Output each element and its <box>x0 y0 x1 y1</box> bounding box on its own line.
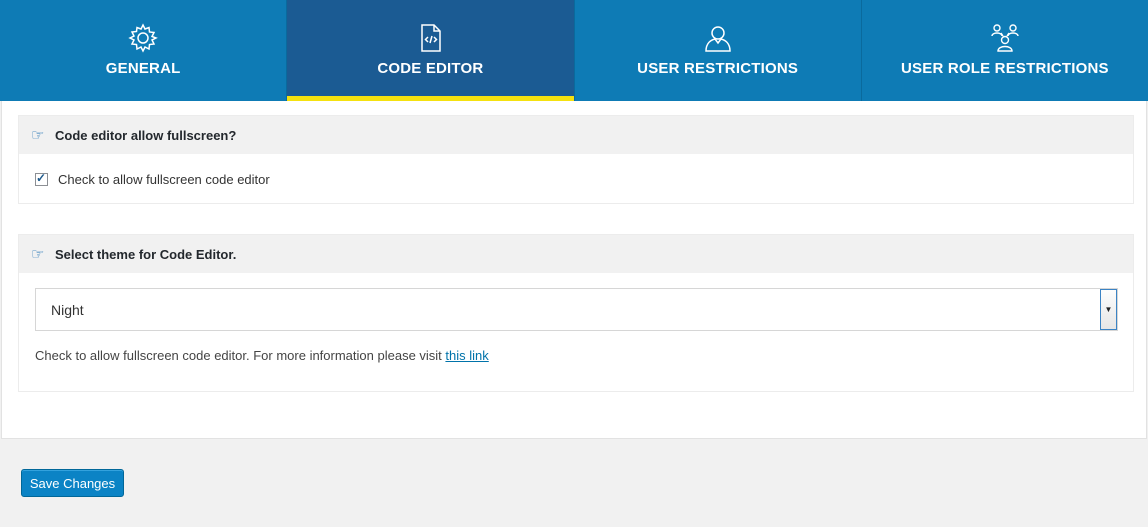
help-link[interactable]: this link <box>445 348 488 363</box>
tab-code-editor[interactable]: CODE EDITOR <box>287 0 575 101</box>
theme-section: ☞ Select theme for Code Editor. Night ▼ … <box>18 234 1134 392</box>
section-header: ☞ Select theme for Code Editor. <box>19 235 1133 273</box>
tab-label: GENERAL <box>105 60 181 77</box>
tab-bar: GENERAL CODE EDITOR USER RESTRICTIONS US… <box>0 0 1148 101</box>
gear-icon <box>128 23 158 53</box>
theme-select-value: Night <box>51 301 84 318</box>
users-group-icon <box>991 24 1019 52</box>
fullscreen-checkbox-label[interactable]: Check to allow fullscreen code editor <box>58 172 270 187</box>
dropdown-arrow-icon[interactable]: ▼ <box>1100 289 1117 330</box>
pointing-hand-icon: ☞ <box>31 127 45 144</box>
tab-user-role-restrictions[interactable]: USER ROLE RESTRICTIONS <box>862 0 1148 101</box>
tab-user-restrictions[interactable]: USER RESTRICTIONS <box>575 0 862 101</box>
theme-help-text: Check to allow fullscreen code editor. F… <box>35 348 489 363</box>
section-title: Select theme for Code Editor. <box>55 246 237 262</box>
user-icon <box>704 26 731 52</box>
tab-general[interactable]: GENERAL <box>0 0 288 101</box>
section-header: ☞ Code editor allow fullscreen? <box>19 116 1133 154</box>
fullscreen-section: ☞ Code editor allow fullscreen? ✓ Check … <box>18 115 1134 204</box>
tab-label: CODE EDITOR <box>377 60 484 77</box>
theme-select[interactable]: Night ▼ <box>35 288 1118 331</box>
code-file-icon <box>421 24 442 52</box>
help-text: Check to allow fullscreen code editor. F… <box>35 348 442 363</box>
section-title: Code editor allow fullscreen? <box>55 127 237 143</box>
pointing-hand-icon: ☞ <box>31 246 45 263</box>
checkmark-icon: ✓ <box>36 171 47 185</box>
fullscreen-option: ✓ Check to allow fullscreen code editor <box>35 171 270 187</box>
save-changes-button[interactable]: Save Changes <box>21 469 124 497</box>
settings-panel: ☞ Code editor allow fullscreen? ✓ Check … <box>1 101 1147 439</box>
fullscreen-checkbox[interactable]: ✓ <box>35 171 48 186</box>
tab-label: USER RESTRICTIONS <box>637 60 799 77</box>
tab-label: USER ROLE RESTRICTIONS <box>901 60 1109 77</box>
